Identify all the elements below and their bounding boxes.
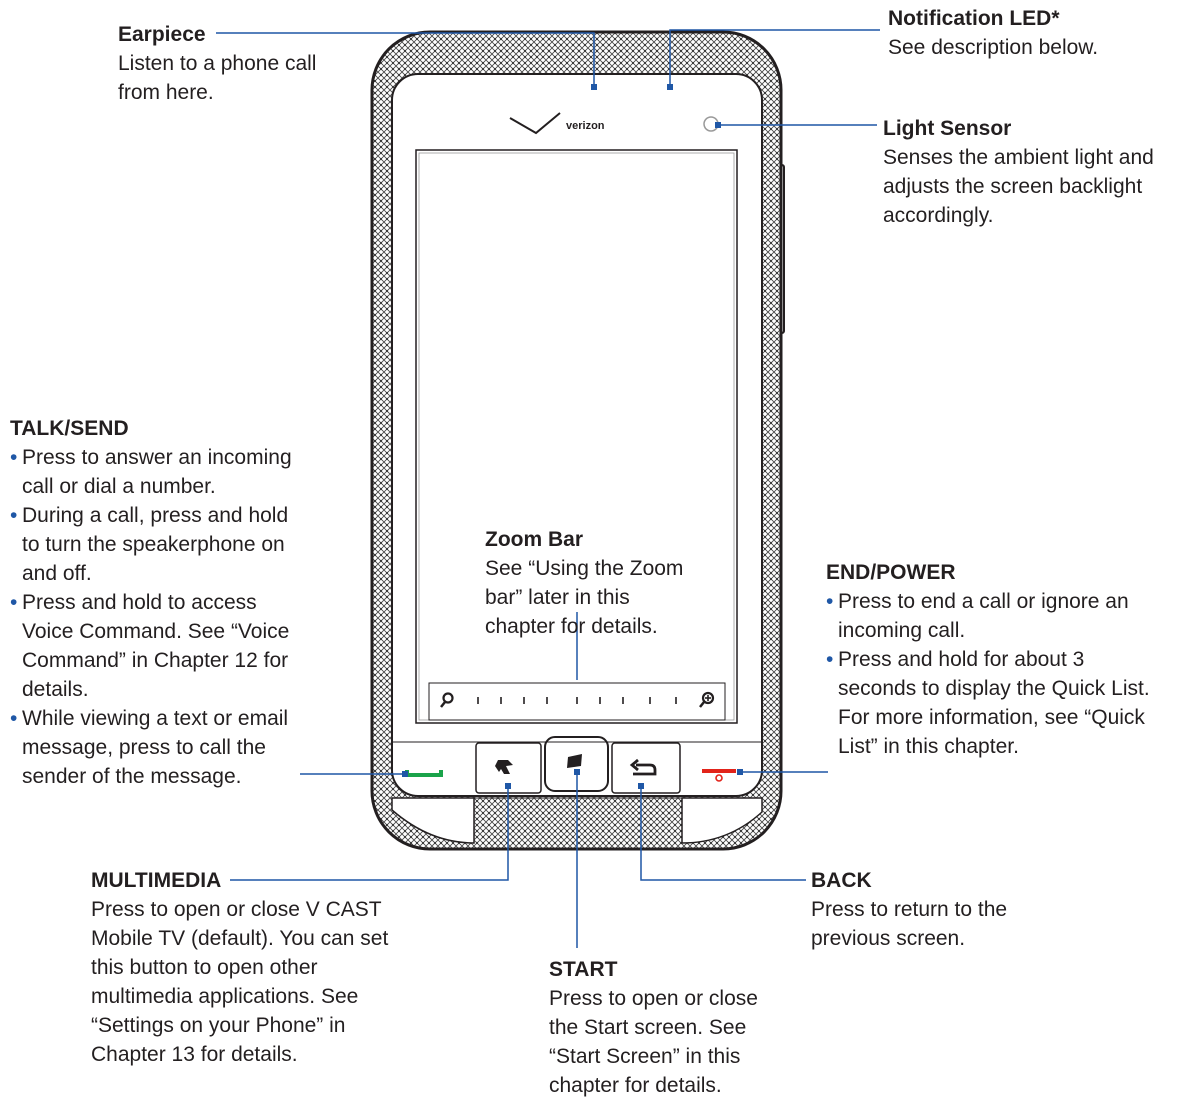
light-sensor-title: Light Sensor: [883, 117, 1012, 140]
multimedia-desc: Press to open or close V CAST Mobile TV …: [91, 898, 389, 1066]
start-callout: START Press to open or close the Start s…: [549, 955, 789, 1100]
zoom-bar-desc: See “Using the Zoom bar” later in this c…: [485, 557, 684, 638]
notification-led-title: Notification LED*: [888, 7, 1060, 30]
talk-send-callout: TALK/SEND Press to answer an incoming ca…: [10, 414, 310, 791]
zoom-bar-title: Zoom Bar: [485, 528, 584, 551]
back-desc: Press to return to the previous screen.: [811, 898, 1008, 950]
zoom-bar-callout: Zoom Bar See “Using the Zoom bar” later …: [485, 525, 705, 641]
earpiece-desc: Listen to a phone call from here.: [118, 52, 317, 104]
start-title: START: [549, 958, 618, 981]
list-item: Press to answer an incoming call or dial…: [10, 443, 310, 501]
earpiece-callout: Earpiece Listen to a phone call from her…: [118, 20, 338, 107]
notification-led-desc: See description below.: [888, 36, 1099, 59]
notification-led-callout: Notification LED* See description below.: [888, 4, 1178, 62]
talk-send-bullets: Press to answer an incoming call or dial…: [10, 443, 310, 791]
multimedia-title: MULTIMEDIA: [91, 869, 222, 892]
zoom-bar[interactable]: [428, 682, 726, 721]
start-desc: Press to open or close the Start screen.…: [549, 987, 758, 1097]
svg-text:verizon: verizon: [566, 120, 605, 132]
list-item: Press and hold for about 3 seconds to di…: [826, 645, 1156, 761]
light-sensor-callout: Light Sensor Senses the ambient light an…: [883, 114, 1173, 230]
multimedia-callout: MULTIMEDIA Press to open or close V CAST…: [91, 866, 391, 1069]
list-item: Press and hold to access Voice Command. …: [10, 588, 310, 704]
earpiece-title: Earpiece: [118, 23, 206, 46]
end-power-title: END/POWER: [826, 561, 956, 584]
back-callout: BACK Press to return to the previous scr…: [811, 866, 1071, 953]
end-power-bullets: Press to end a call or ignore an incomin…: [826, 587, 1156, 761]
talk-send-title: TALK/SEND: [10, 417, 129, 440]
list-item: While viewing a text or email message, p…: [10, 704, 310, 791]
back-title: BACK: [811, 869, 872, 892]
back-button[interactable]: [611, 742, 681, 794]
list-item: Press to end a call or ignore an incomin…: [826, 587, 1156, 645]
list-item: During a call, press and hold to turn th…: [10, 501, 310, 588]
light-sensor-desc: Senses the ambient light and adjusts the…: [883, 146, 1154, 227]
end-power-callout: END/POWER Press to end a call or ignore …: [826, 558, 1156, 761]
